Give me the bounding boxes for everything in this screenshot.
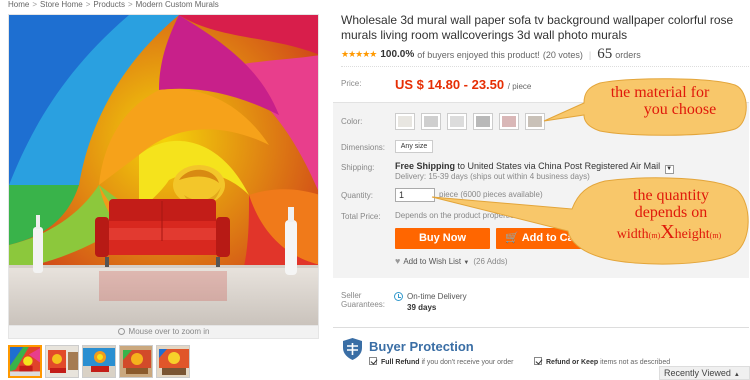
thumbnail-5[interactable] xyxy=(156,345,190,378)
thumbnail-2[interactable] xyxy=(45,345,79,378)
shipping-dropdown-icon[interactable]: ▼ xyxy=(664,165,674,174)
checkmark-icon xyxy=(534,357,542,365)
qty-callout-line2: depends on xyxy=(634,203,708,221)
breadcrumb-home[interactable]: Home xyxy=(8,0,29,9)
qty-callout-line1: the quantity xyxy=(633,187,709,204)
breadcrumb-store-home[interactable]: Store Home xyxy=(40,0,83,9)
qty-height-unit: (m) xyxy=(709,230,722,240)
refund-keep-text: items not as described xyxy=(600,359,671,366)
magnifier-icon xyxy=(117,328,125,335)
color-label: Color: xyxy=(341,117,363,126)
swatch-fill xyxy=(450,116,464,127)
zoom-hint-text: Mouse over to zoom in xyxy=(128,327,210,336)
thumbnail-image xyxy=(10,347,40,376)
breadcrumb: Home > Store Home > Products > Modern Custom M… xyxy=(8,0,219,9)
thumbnail-image xyxy=(83,346,115,377)
rating-text: of buyers enjoyed this product! xyxy=(417,49,540,60)
rating-percent: 100.0% xyxy=(380,49,415,60)
breadcrumb-separator: > xyxy=(32,0,38,9)
seller-guarantees-label: Seller Guarantees: xyxy=(341,291,385,309)
color-swatch-1[interactable] xyxy=(395,113,415,130)
breadcrumb-products[interactable]: Products xyxy=(93,0,125,9)
orders-count: 65 xyxy=(597,46,613,62)
thumbnail-3[interactable] xyxy=(82,345,116,378)
refund-keep-bold: Refund or Keep xyxy=(546,359,599,366)
ontime-delivery-days: 39 days xyxy=(407,303,437,312)
price-label: Price: xyxy=(341,79,362,88)
qty-callout-line3: width(m)Xheight(m) xyxy=(592,220,746,243)
rating-row: ★★★★★ 100.0% of buyers enjoyed this prod… xyxy=(341,46,641,63)
qty-width-word: width xyxy=(616,226,649,242)
color-swatch-3[interactable] xyxy=(447,113,467,130)
thumbnail-strip xyxy=(8,345,190,378)
qty-width-unit: (m) xyxy=(648,230,661,240)
seller-label-line2: Guarantees: xyxy=(341,300,386,309)
material-callout-line2: you choose xyxy=(643,100,717,118)
buyer-protection-title[interactable]: Buyer Protection xyxy=(369,339,474,354)
thumbnail-1[interactable] xyxy=(8,345,42,378)
seller-label-line1: Seller xyxy=(341,291,362,300)
qty-height-word: height xyxy=(674,226,710,242)
shield-icon xyxy=(343,338,362,360)
thumbnail-image xyxy=(46,346,78,377)
total-price-label: Total Price: xyxy=(341,212,381,221)
quantity-callout-text: the quantity depends on width(m)Xheight(… xyxy=(596,187,746,243)
dimensions-label: Dimensions: xyxy=(341,143,386,152)
price-unit: / piece xyxy=(507,82,532,91)
shipping-label: Shipping: xyxy=(341,163,375,172)
swatch-fill xyxy=(476,116,490,127)
shipping-destination: to United States via China Post Register… xyxy=(457,161,661,171)
swatch-fill xyxy=(398,116,412,127)
recently-viewed-tab[interactable]: Recently Viewed ▲ xyxy=(659,366,750,380)
main-product-image[interactable] xyxy=(8,14,319,326)
price-amount: US $ 14.80 - 23.50 xyxy=(395,77,505,92)
thumbnail-4[interactable] xyxy=(119,345,153,378)
clock-icon xyxy=(394,292,403,301)
rose-mural-image xyxy=(9,15,318,325)
material-callout-text: the material for you choose xyxy=(570,84,750,119)
swatch-fill xyxy=(424,116,438,127)
product-title: Wholesale 3d mural wall paper sofa tv ba… xyxy=(341,13,734,42)
breadcrumb-separator: > xyxy=(127,0,133,9)
recently-viewed-label: Recently Viewed xyxy=(664,368,731,378)
dimension-option-button[interactable]: Any size xyxy=(395,140,433,153)
thumbnail-image xyxy=(157,346,189,377)
breadcrumb-category[interactable]: Modern Custom Murals xyxy=(136,0,219,9)
zoom-hint-bar: Mouse over to zoom in xyxy=(8,326,319,339)
color-swatch-4[interactable] xyxy=(473,113,493,130)
material-callout-line1: the material for xyxy=(610,84,710,101)
thumbnail-image xyxy=(120,346,152,377)
price-value: US $ 14.80 - 23.50 / piece xyxy=(395,77,531,92)
full-refund-bold: Full Refund xyxy=(381,359,420,366)
orders-label: orders xyxy=(615,49,641,60)
breadcrumb-separator: > xyxy=(85,0,91,9)
heart-icon: ♥ xyxy=(395,256,401,266)
votes-count[interactable]: (20 votes) xyxy=(543,50,583,60)
divider: | xyxy=(588,49,592,60)
star-rating-icon: ★★★★★ xyxy=(341,49,377,59)
color-swatches xyxy=(395,113,545,130)
color-swatch-5[interactable] xyxy=(499,113,519,130)
checkmark-icon xyxy=(369,357,377,365)
quantity-input[interactable]: 1 xyxy=(395,188,435,202)
full-refund-item: Full Refund if you don't receive your or… xyxy=(369,357,513,366)
refund-or-keep-item: Refund or Keep items not as described xyxy=(534,357,670,366)
swatch-fill xyxy=(502,116,516,127)
color-swatch-2[interactable] xyxy=(421,113,441,130)
quantity-label: Quantity: xyxy=(341,191,374,200)
ontime-delivery-text: On-time Delivery xyxy=(407,292,467,301)
chevron-up-icon: ▲ xyxy=(733,372,740,378)
full-refund-text: if you don't receive your order xyxy=(421,359,514,366)
qty-times-sign: X xyxy=(660,220,675,243)
free-shipping-text: Free Shipping xyxy=(395,161,456,171)
